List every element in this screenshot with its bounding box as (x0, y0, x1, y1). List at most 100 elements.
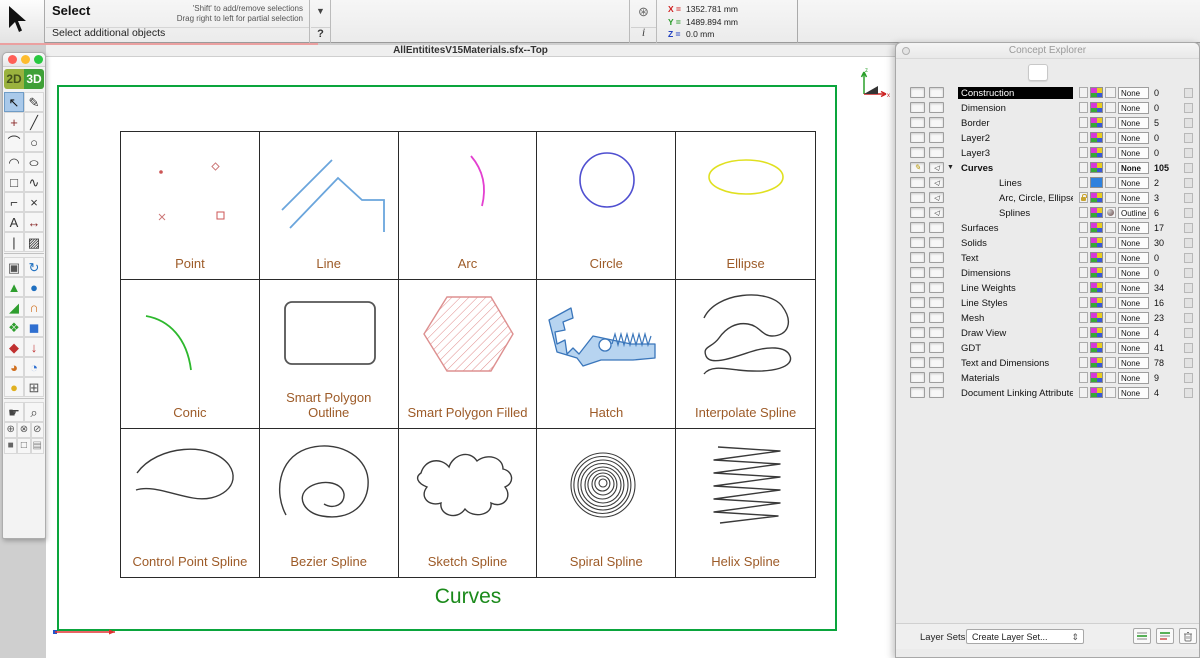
drawing-canvas[interactable]: z x Point Line (46, 57, 895, 658)
layer-color-chip[interactable] (1090, 372, 1103, 383)
offset-tool[interactable]: ▣ (4, 257, 24, 277)
render-style-dropdown[interactable]: None (1118, 267, 1149, 279)
row-end-box[interactable] (1184, 238, 1193, 248)
layer-edit-checkbox[interactable] (910, 372, 925, 383)
wireframe-cube-view-tool[interactable]: □ (17, 438, 30, 454)
layer-material-cell[interactable] (1105, 267, 1116, 278)
layer-material-cell[interactable] (1105, 372, 1116, 383)
render-style-dropdown[interactable]: None (1118, 192, 1149, 204)
row-end-box[interactable] (1184, 178, 1193, 188)
row-end-box[interactable] (1184, 208, 1193, 218)
row-end-box[interactable] (1184, 298, 1193, 308)
render-style-dropdown[interactable]: None (1118, 132, 1149, 144)
layer-name[interactable]: Layer2 (958, 132, 1073, 144)
layer-set-dropdown[interactable]: Create Layer Set... (966, 629, 1084, 644)
row-end-box[interactable] (1184, 268, 1193, 278)
palette-titlebar[interactable] (3, 53, 45, 67)
row-end-box[interactable] (1184, 328, 1193, 338)
rotate-tool[interactable]: ↻ (24, 257, 44, 277)
row-end-box[interactable] (1184, 148, 1193, 158)
layer-edit-checkbox[interactable] (910, 147, 925, 158)
layer-edit-checkbox[interactable] (910, 87, 925, 98)
layer-announce-checkbox[interactable] (929, 327, 944, 338)
layer-announce-checkbox[interactable] (929, 267, 944, 278)
layer-color-chip[interactable] (1090, 297, 1103, 308)
loft-tool[interactable]: ❖ (4, 317, 24, 337)
pan-hand-tool[interactable]: ☛ (4, 402, 24, 422)
layer-material-cell[interactable] (1105, 312, 1116, 323)
layer-announce-checkbox[interactable] (929, 102, 944, 113)
layer-name[interactable]: Text and Dimensions (958, 357, 1073, 369)
layer-lock-cell[interactable] (1079, 237, 1088, 248)
layer-lock-cell[interactable] (1079, 387, 1088, 398)
layer-edit-checkbox[interactable] (910, 102, 925, 113)
box-tool[interactable]: ◼ (24, 317, 44, 337)
layer-announce-checkbox[interactable] (929, 117, 944, 128)
layer-name[interactable]: Draw View (958, 327, 1073, 339)
layer-announce-checkbox[interactable] (929, 192, 944, 203)
render-style-dropdown[interactable]: None (1118, 312, 1149, 324)
layer-edit-checkbox[interactable] (910, 192, 925, 203)
layer-material-cell[interactable] (1105, 222, 1116, 233)
layer-color-chip[interactable] (1090, 267, 1103, 278)
layer-edit-checkbox[interactable] (910, 177, 925, 188)
layer-material-cell[interactable] (1105, 162, 1116, 173)
layer-color-chip[interactable] (1090, 192, 1103, 203)
layer-announce-checkbox[interactable] (929, 147, 944, 158)
spline-tool[interactable]: ∿ (24, 172, 44, 192)
select-arrow-tool[interactable]: ↖ (4, 92, 24, 112)
layer-edit-checkbox[interactable] (910, 267, 925, 278)
conic-tool[interactable]: ◠ (4, 152, 24, 172)
layer-name[interactable]: Splines (996, 207, 1073, 219)
render-style-dropdown[interactable]: None (1118, 282, 1149, 294)
layer-color-chip[interactable] (1090, 357, 1103, 368)
text-tool[interactable]: A (4, 212, 24, 232)
layer-name[interactable]: Border (958, 117, 1073, 129)
arc-tool[interactable]: ⌒ (4, 132, 24, 152)
layer-lock-cell[interactable] (1079, 342, 1088, 353)
boolean-tool[interactable]: ◕ (4, 357, 24, 377)
layer-announce-checkbox[interactable] (929, 222, 944, 233)
render-style-dropdown[interactable]: None (1118, 177, 1149, 189)
hatch-tool[interactable]: ▨ (24, 232, 44, 252)
layer-color-chip[interactable] (1090, 102, 1103, 113)
delete-layer-set-button[interactable] (1179, 628, 1197, 644)
layer-material-cell[interactable] (1105, 342, 1116, 353)
layer-lock-cell[interactable] (1079, 267, 1088, 278)
chevron-down-icon[interactable]: ▼ (311, 6, 330, 16)
layer-color-chip[interactable] (1090, 312, 1103, 323)
trim-tool[interactable]: × (24, 192, 44, 212)
row-end-box[interactable] (1184, 313, 1193, 323)
row-end-box[interactable] (1184, 118, 1193, 128)
row-end-box[interactable] (1184, 388, 1193, 398)
mode-3d-button[interactable]: 3D (24, 69, 44, 89)
layer-lock-cell[interactable] (1079, 357, 1088, 368)
layer-color-chip[interactable] (1090, 282, 1103, 293)
layer-name[interactable]: GDT (958, 342, 1073, 354)
layer-edit-checkbox[interactable] (910, 117, 925, 128)
layer-name[interactable]: Solids (958, 237, 1073, 249)
layer-lock-cell[interactable] (1079, 222, 1088, 233)
layer-color-chip[interactable] (1090, 252, 1103, 263)
row-end-box[interactable] (1184, 373, 1193, 383)
view-iso-top-tool[interactable]: ⊘ (31, 422, 44, 438)
layer-name[interactable]: Dimension (958, 102, 1073, 114)
layer-color-chip[interactable] (1090, 162, 1103, 173)
layer-lock-cell[interactable] (1079, 177, 1088, 188)
layer-lock-cell[interactable] (1079, 162, 1088, 173)
render-style-dropdown[interactable]: None (1118, 342, 1149, 354)
line-tool[interactable]: ╱ (24, 112, 44, 132)
layer-lock-cell[interactable] (1079, 117, 1088, 128)
layer-material-cell[interactable] (1105, 237, 1116, 248)
layer-color-chip[interactable] (1090, 177, 1103, 188)
layer-lock-cell[interactable] (1079, 252, 1088, 263)
arch-tool[interactable]: ∩ (24, 297, 44, 317)
layer-lock-cell[interactable] (1079, 192, 1088, 203)
layer-announce-checkbox[interactable] (929, 357, 944, 368)
layer-edit-checkbox[interactable] (910, 327, 925, 338)
layer-material-cell[interactable] (1105, 87, 1116, 98)
row-end-box[interactable] (1184, 193, 1193, 203)
row-end-box[interactable] (1184, 103, 1193, 113)
minimize-traffic-light[interactable] (21, 55, 30, 64)
hidden-line-cube-view-tool[interactable]: ▤ (31, 438, 44, 454)
